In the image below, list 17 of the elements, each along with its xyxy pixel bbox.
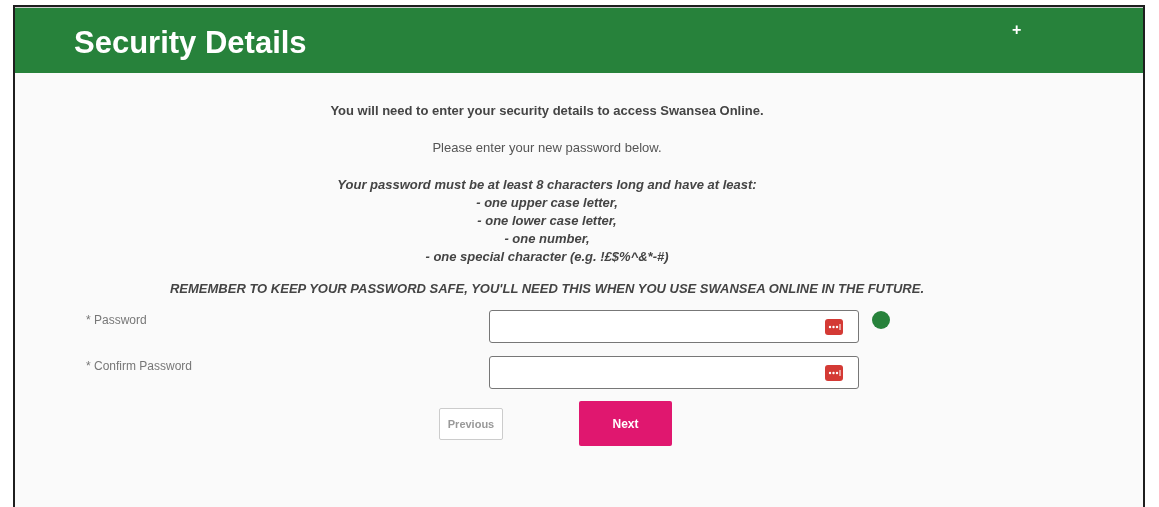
password-rule: - one special character (e.g. !£$%^&*-#) — [425, 248, 669, 266]
password-dots-icon[interactable] — [825, 364, 843, 381]
password-rule: - one upper case letter, — [476, 194, 618, 212]
reminder-text: REMEMBER TO KEEP YOUR PASSWORD SAFE, YOU'LL NEED THIS WHEN YOU USE SWANSEA ONLINE IN THE FUTURE. — [169, 281, 924, 296]
field-label: * Password — [85, 313, 148, 327]
field-label: * Confirm Password — [85, 359, 194, 373]
password-field[interactable] — [489, 356, 859, 389]
password-dots-icon[interactable] — [825, 318, 843, 335]
password-rule: - one number, — [504, 230, 590, 248]
intro-heading: You will need to enter your security details to access Swansea Online. — [330, 103, 764, 118]
page-title: Security Details — [74, 24, 307, 61]
password-rule: - one lower case letter, — [477, 212, 617, 230]
add-button[interactable]: + — [1012, 21, 1022, 39]
password-field[interactable] — [489, 310, 859, 343]
next-button[interactable]: Next — [579, 401, 672, 446]
password-rule: Your password must be at least 8 characters long and have at least: — [337, 176, 757, 194]
instruction-text: Please enter your new password below. — [432, 140, 662, 155]
